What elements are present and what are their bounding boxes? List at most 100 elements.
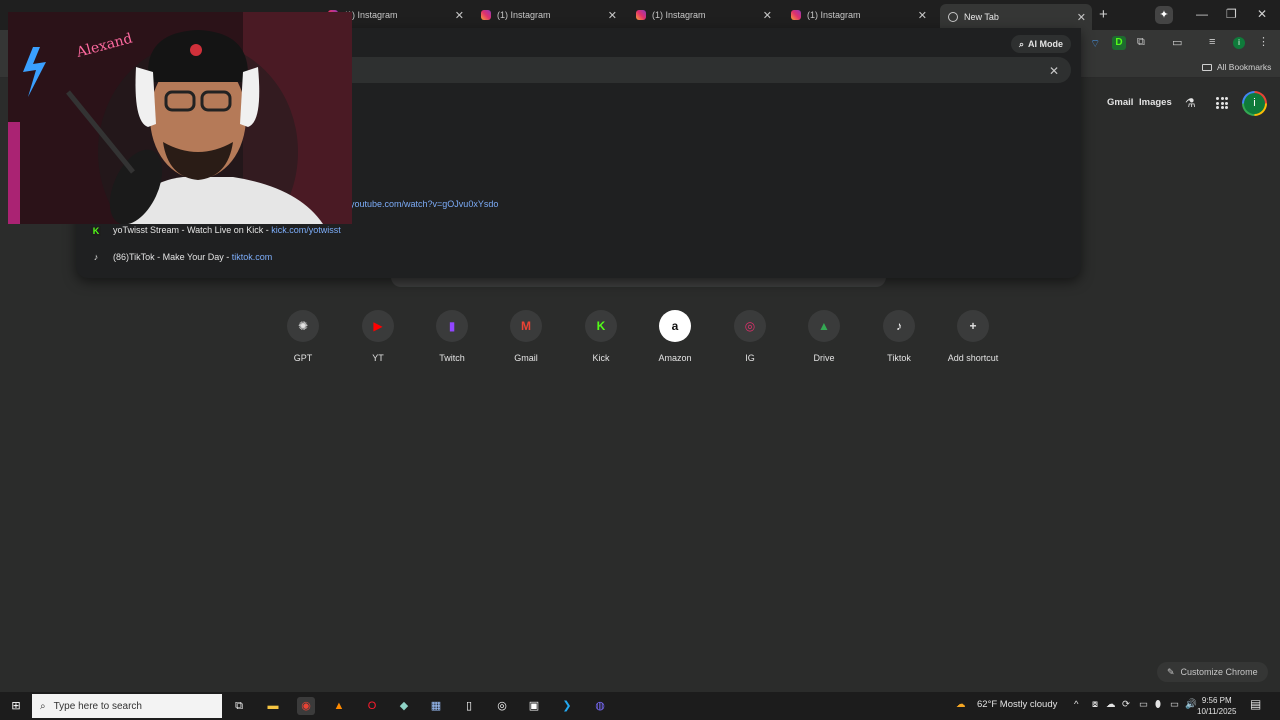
all-bookmarks-button[interactable]: All Bookmarks xyxy=(1202,62,1271,72)
shortcut-gpt[interactable]: ✺ GPT xyxy=(268,310,338,363)
notepad-icon[interactable]: ▯ xyxy=(460,697,478,715)
minimize-icon[interactable]: — xyxy=(1196,7,1208,21)
close-tab-icon[interactable]: ✕ xyxy=(455,9,464,22)
tab-instagram-6[interactable]: (1) Instagram ✕ xyxy=(783,4,933,26)
restore-icon[interactable]: ❐ xyxy=(1226,7,1237,21)
tab-label: (1) Instagram xyxy=(807,10,861,20)
app-icon-teal[interactable]: ◆ xyxy=(395,697,413,715)
gmail-icon: M xyxy=(510,310,542,342)
reading-list-icon[interactable]: ≡ xyxy=(1209,36,1215,48)
new-tab-button[interactable]: + xyxy=(1099,6,1108,23)
app-icon-orange[interactable]: ▲ xyxy=(330,697,348,715)
images-link-label: Images xyxy=(1139,97,1172,108)
windows-start-icon[interactable]: ⊞ xyxy=(7,697,25,715)
close-tab-icon[interactable]: ✕ xyxy=(608,9,617,22)
tray-app-icon[interactable]: ⧇ xyxy=(1092,699,1098,710)
window-close-icon[interactable]: ✕ xyxy=(1257,7,1267,21)
shortcut-label: Add shortcut xyxy=(947,353,999,363)
kick-icon: K xyxy=(585,310,617,342)
instagram-icon: ◎ xyxy=(734,310,766,342)
customize-chrome-button[interactable]: ✎ Customize Chrome xyxy=(1157,662,1268,682)
google-apps-icon[interactable] xyxy=(1216,97,1228,109)
suggestion-url: youtube.com/watch?v=gOJvu0xYsdo xyxy=(350,199,499,209)
windows-taskbar: ⊞ ⌕ Type here to search ⧉ ▬ ◉ ▲ O ◆ ▦ ▯ … xyxy=(0,692,1280,720)
extension-wifi-icon[interactable]: ⌔ xyxy=(1090,37,1100,51)
weather-icon: ☁ xyxy=(956,699,966,710)
tray-chevron-icon[interactable]: ^ xyxy=(1074,699,1078,710)
tray-monitor-icon[interactable]: ▭ xyxy=(1139,699,1148,710)
kick-icon: K xyxy=(91,226,101,236)
images-link[interactable]: Images xyxy=(1139,97,1172,108)
menu-kebab-icon[interactable]: ⋮ xyxy=(1258,35,1269,48)
suggestion-kick[interactable]: yoTwisst Stream - Watch Live on Kick - k… xyxy=(113,225,341,235)
shortcut-kick[interactable]: K Kick xyxy=(566,310,636,363)
app-icon-blue[interactable]: ▦ xyxy=(427,697,445,715)
microphone-icon[interactable]: ⬮ xyxy=(1155,699,1161,710)
tab-label: (1) Instagram xyxy=(652,10,706,20)
tray-sync-icon[interactable]: ⟳ xyxy=(1122,699,1130,710)
clock-time: 9:56 PM xyxy=(1201,696,1232,705)
obs-icon[interactable]: ◎ xyxy=(493,697,511,715)
tab-instagram-4[interactable]: (1) Instagram ✕ xyxy=(473,4,623,26)
tab-new-tab[interactable]: New Tab ✕ xyxy=(940,4,1092,30)
folder-icon xyxy=(1202,63,1212,71)
gmail-link[interactable]: Gmail xyxy=(1107,97,1133,108)
omnibox-clear-icon[interactable]: ✕ xyxy=(1049,64,1059,78)
close-tab-icon[interactable]: ✕ xyxy=(918,9,927,22)
webcam-overlay: Alexand xyxy=(8,12,352,224)
shortcut-label: Amazon xyxy=(658,353,692,363)
suggestion-tiktok[interactable]: (86)TikTok - Make Your Day - tiktok.com xyxy=(113,252,272,262)
shortcut-label: Kick xyxy=(592,353,610,363)
shortcut-label: Tiktok xyxy=(887,353,911,363)
taskbar-clock[interactable]: 9:56 PM 10/11/2025 xyxy=(1197,695,1236,717)
suggestion-youtube[interactable]: youtube.com/watch?v=gOJvu0xYsdo xyxy=(350,199,498,209)
suggestion-title: yoTwisst Stream - Watch Live on Kick xyxy=(113,225,264,235)
opera-icon[interactable]: O xyxy=(363,697,381,715)
network-icon[interactable]: ▭ xyxy=(1170,699,1179,710)
gemini-icon[interactable]: ✦ xyxy=(1155,6,1173,24)
shortcut-add-shortcut[interactable]: + Add shortcut xyxy=(938,310,1008,363)
twitch-icon: ▮ xyxy=(436,310,468,342)
shortcut-label: YT xyxy=(372,353,384,363)
shortcut-label: GPT xyxy=(293,353,313,363)
tab-instagram-5[interactable]: (1) Instagram ✕ xyxy=(628,4,778,26)
account-avatar[interactable]: i xyxy=(1242,91,1267,116)
tab-label: New Tab xyxy=(964,12,999,22)
app-icon-purple[interactable]: ◍ xyxy=(591,697,609,715)
tray-cloud-icon[interactable]: ☁ xyxy=(1106,699,1116,710)
vscode-icon[interactable]: ❯ xyxy=(558,697,576,715)
tab-search-icon[interactable]: ▭ xyxy=(1172,36,1182,49)
file-explorer-icon[interactable]: ▬ xyxy=(264,697,282,715)
ai-mode-button[interactable]: ⌕ AI Mode xyxy=(1011,35,1072,53)
close-tab-icon[interactable]: ✕ xyxy=(763,9,772,22)
ai-mode-label: AI Mode xyxy=(1028,39,1064,49)
shortcut-tiktok[interactable]: ♪ Tiktok xyxy=(864,310,934,363)
shortcut-gmail[interactable]: M Gmail xyxy=(491,310,561,363)
shortcut-label: Drive xyxy=(813,353,835,363)
plus-icon: + xyxy=(957,310,989,342)
search-icon: ⌕ xyxy=(40,700,46,712)
notifications-icon[interactable]: ▤ xyxy=(1250,697,1261,711)
taskbar-search-input[interactable]: ⌕ Type here to search xyxy=(32,694,222,718)
shortcut-ig[interactable]: ◎ IG xyxy=(715,310,785,363)
shortcut-twitch[interactable]: ▮ Twitch xyxy=(417,310,487,363)
shortcut-amazon[interactable]: a Amazon xyxy=(640,310,710,363)
shortcut-drive[interactable]: ▲ Drive xyxy=(789,310,859,363)
instagram-icon xyxy=(481,10,491,20)
profile-avatar-icon[interactable]: i xyxy=(1233,37,1245,49)
extension-d-icon[interactable]: D xyxy=(1112,36,1126,50)
globe-icon xyxy=(948,12,958,22)
gmail-link-label: Gmail xyxy=(1107,97,1134,108)
extensions-puzzle-icon[interactable]: ⧉ xyxy=(1137,36,1145,49)
weather-text[interactable]: 62°F Mostly cloudy xyxy=(977,699,1057,710)
close-tab-icon[interactable]: ✕ xyxy=(1077,11,1086,24)
avatar-letter: i xyxy=(1244,93,1265,114)
tab-label: (1) Instagram xyxy=(497,10,551,20)
chrome-icon[interactable]: ◉ xyxy=(297,697,315,715)
volume-icon[interactable]: 🔊 xyxy=(1185,699,1197,710)
task-view-icon[interactable]: ⧉ xyxy=(230,697,248,715)
pencil-icon: ✎ xyxy=(1167,666,1175,677)
labs-flask-icon[interactable]: ⚗ xyxy=(1185,96,1196,110)
capcut-icon[interactable]: ▣ xyxy=(525,697,543,715)
shortcut-yt[interactable]: ▶ YT xyxy=(343,310,413,363)
